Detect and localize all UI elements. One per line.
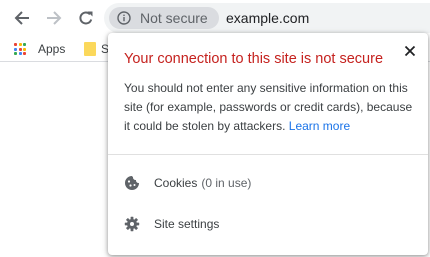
apps-grid-dot [18,47,22,51]
folder-icon[interactable] [84,42,96,56]
apps-grid-dot [18,43,22,46]
info-icon [117,11,131,25]
site-info-popup: Your connection to this site is not secu… [108,33,428,255]
site-settings-label: Site settings [154,217,220,231]
apps-grid-dot [23,52,26,55]
forward-arrow-icon [47,11,62,25]
apps-grid-dot [23,47,26,51]
reload-icon [79,11,93,25]
back-button[interactable] [10,6,34,30]
apps-grid-dot [18,52,22,55]
url-text[interactable]: example.com [226,10,309,26]
apps-grid-dot [14,52,17,55]
address-bar[interactable]: Not secure example.com [104,3,430,33]
security-chip[interactable]: Not secure [109,7,219,29]
apps-grid-dot [23,43,26,46]
apps-grid-icon [14,43,26,55]
close-icon[interactable] [402,43,418,59]
cookies-count: (0 in use) [201,176,252,190]
reload-button[interactable] [74,6,98,30]
popup-description: You should not enter any sensitive infor… [124,79,416,136]
apps-grid-dot [14,43,17,46]
cookies-row[interactable]: Cookies (0 in use) [124,175,251,191]
gear-icon [124,216,140,232]
cookies-text: Cookies [154,176,198,190]
learn-more-link[interactable]: Learn more [289,119,350,133]
security-status-label: Not secure [140,10,208,26]
divider [108,154,428,155]
browser-toolbar: Not secure example.com [0,0,430,36]
apps-shortcut[interactable]: Apps [14,42,65,56]
back-arrow-icon [14,11,29,25]
apps-label: Apps [38,42,66,56]
apps-grid-dot [14,47,17,51]
popup-title: Your connection to this site is not secu… [124,51,384,67]
description-text: You should not enter any sensitive infor… [124,81,413,133]
site-settings-row[interactable]: Site settings [124,216,219,232]
cookie-icon [125,176,139,190]
cookies-label: Cookies (0 in use) [154,176,251,190]
forward-button[interactable] [42,6,66,30]
